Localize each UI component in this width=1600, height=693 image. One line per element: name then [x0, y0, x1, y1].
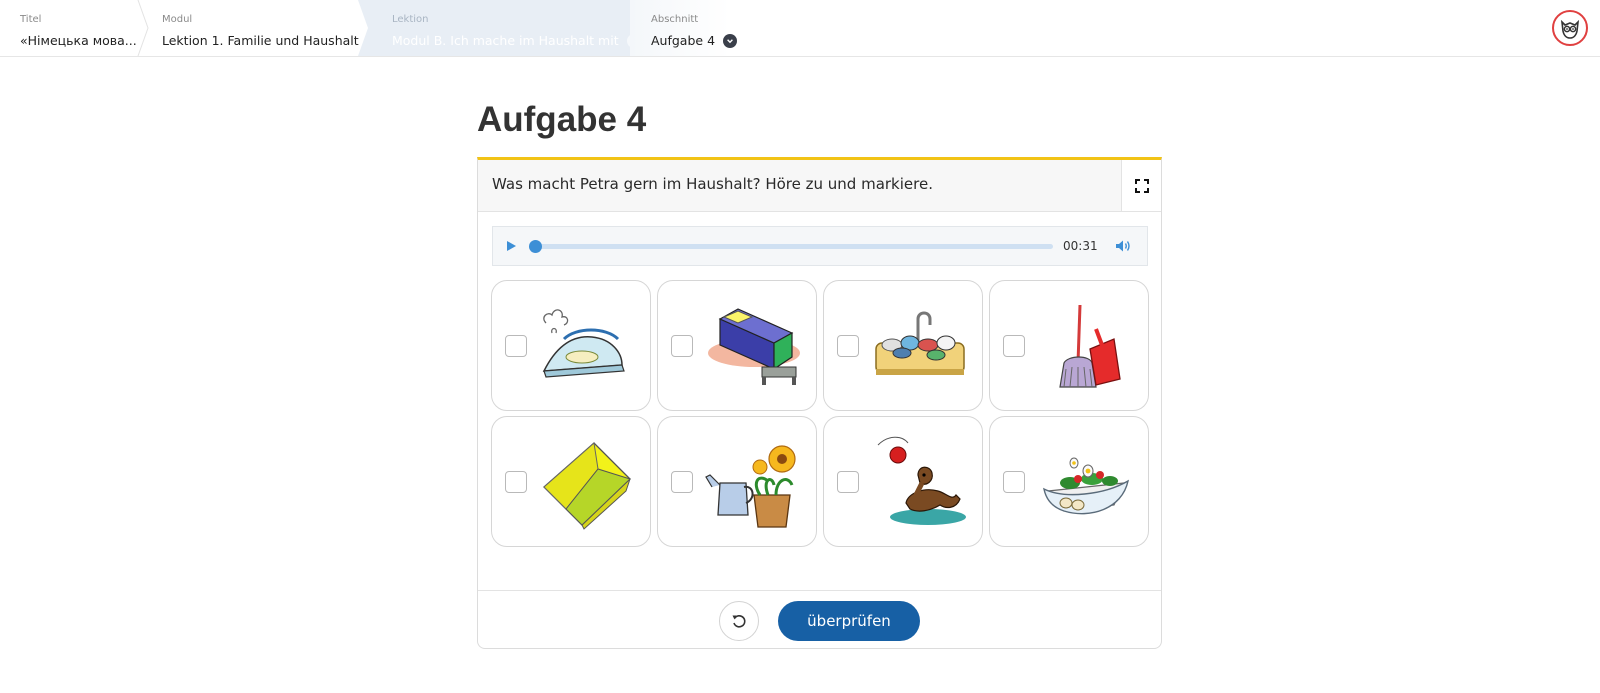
breadcrumb-abschnitt-text: Aufgabe 4: [651, 33, 716, 48]
play-icon: [507, 241, 516, 251]
salad-bowl-icon: [1043, 457, 1130, 515]
breadcrumb-abschnitt[interactable]: Abschnitt Aufgabe 4: [630, 0, 738, 56]
option-checkbox[interactable]: [671, 335, 693, 357]
page-title: Aufgabe 4: [477, 100, 647, 139]
option-checkbox[interactable]: [505, 335, 527, 357]
reset-button[interactable]: [719, 601, 759, 641]
breadcrumb-lektion[interactable]: Lektion Modul B. Ich mache im Haushalt m…: [358, 0, 644, 56]
undo-icon: [732, 615, 746, 628]
breadcrumb: Titel «Німецька мова... Modul Lektion 1.…: [0, 0, 1600, 57]
fullscreen-button[interactable]: [1121, 160, 1161, 212]
option-checkbox[interactable]: [1003, 471, 1025, 493]
option-checkbox[interactable]: [505, 471, 527, 493]
option-tile[interactable]: [989, 280, 1149, 411]
option-checkbox[interactable]: [837, 335, 859, 357]
option-checkbox[interactable]: [671, 471, 693, 493]
option-checkbox[interactable]: [837, 471, 859, 493]
folded-cloth-icon: [543, 442, 631, 530]
bed-icon: [708, 308, 800, 385]
dishes-in-sink-icon: [875, 311, 965, 375]
breadcrumb-lektion-value: Modul B. Ich mache im Haushalt mit: [392, 33, 641, 48]
iron-icon: [542, 309, 625, 378]
breadcrumb-modul-text: Lektion 1. Familie und Haushalt: [162, 33, 359, 48]
audio-player: 00:31: [492, 226, 1148, 266]
play-button[interactable]: [493, 227, 529, 265]
option-tile[interactable]: [657, 280, 817, 411]
breadcrumb-arrow-shape: [358, 0, 372, 56]
audio-progress-knob[interactable]: [529, 239, 542, 253]
fullscreen-icon: [1134, 178, 1149, 193]
breadcrumb-lektion-text: Modul B. Ich mache im Haushalt mit: [392, 33, 619, 48]
breadcrumb-title-label: Titel: [20, 14, 42, 25]
breadcrumb-title[interactable]: Titel «Німецька мова...: [0, 0, 142, 56]
option-tile[interactable]: [491, 280, 651, 411]
broom-dustpan-icon: [1059, 304, 1121, 388]
breadcrumb-lektion-label: Lektion: [392, 14, 429, 25]
breadcrumb-modul[interactable]: Modul Lektion 1. Familie und Haushalt: [142, 0, 381, 56]
breadcrumb-modul-value: Lektion 1. Familie und Haushalt: [162, 33, 381, 48]
watering-can-flowers-icon: [705, 445, 796, 528]
option-tile[interactable]: [823, 416, 983, 547]
volume-icon: [1115, 240, 1130, 252]
volume-button[interactable]: [1112, 235, 1134, 257]
task-card: Was macht Petra gern im Haushalt? Höre z…: [477, 157, 1162, 649]
task-footer: überprüfen: [478, 590, 1161, 650]
option-tile[interactable]: [989, 416, 1149, 547]
audio-time: 00:31: [1063, 239, 1098, 253]
option-tile[interactable]: [657, 416, 817, 547]
breadcrumb-title-text: «Німецька мова...: [20, 33, 137, 48]
option-tile[interactable]: [491, 416, 651, 547]
option-checkbox[interactable]: [1003, 335, 1025, 357]
breadcrumb-modul-label: Modul: [162, 14, 193, 25]
option-tile[interactable]: [823, 280, 983, 411]
owl-avatar-icon[interactable]: [1552, 10, 1588, 46]
breadcrumb-abschnitt-value: Aufgabe 4: [651, 33, 738, 48]
audio-progress-track[interactable]: [529, 239, 1053, 253]
breadcrumb-abschnitt-label: Abschnitt: [651, 14, 699, 25]
check-button[interactable]: überprüfen: [778, 601, 920, 641]
task-instruction: Was macht Petra gern im Haushalt? Höre z…: [478, 160, 1121, 212]
chevron-down-icon[interactable]: [723, 33, 738, 48]
dog-playing-ball-icon: [877, 436, 966, 525]
breadcrumb-title-value: «Німецька мова...: [20, 33, 137, 48]
